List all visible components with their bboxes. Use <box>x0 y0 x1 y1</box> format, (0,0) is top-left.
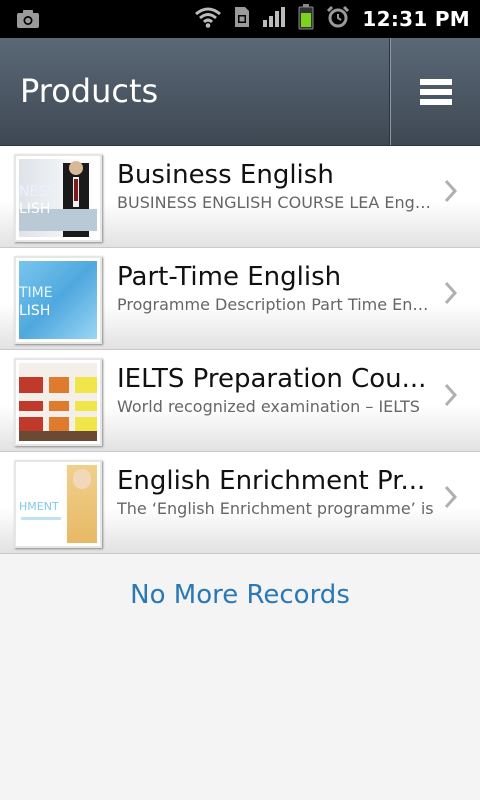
chevron-right-icon <box>444 485 458 509</box>
chevron-right-icon <box>444 383 458 407</box>
list-item[interactable]: NESS LISH Business English BUSINESS ENGL… <box>0 146 480 248</box>
item-description: The ‘English Enrichment programme’ is <box>117 499 434 518</box>
item-description: BUSINESS ENGLISH COURSE LEA English <box>117 193 435 212</box>
item-description: World recognized examination – IELTS <box>117 397 420 416</box>
status-bar: 12:31 PM <box>0 0 480 38</box>
list-item[interactable]: IELTS Preparation Cou... World recognize… <box>0 350 480 452</box>
item-title: Business English <box>117 160 334 190</box>
signal-icon <box>262 6 286 32</box>
wifi-icon <box>194 6 222 32</box>
item-title: Part-Time English <box>117 262 342 292</box>
camera-icon <box>16 8 40 34</box>
product-thumbnail: HMENT <box>14 460 102 548</box>
item-title: IELTS Preparation Cou... <box>117 364 427 394</box>
hamburger-icon <box>419 78 452 105</box>
sim-icon <box>234 6 250 32</box>
product-thumbnail: NESS LISH <box>14 154 102 242</box>
product-thumbnail <box>14 358 102 446</box>
chevron-right-icon <box>444 281 458 305</box>
item-description: Programme Description Part Time English <box>117 295 435 314</box>
no-more-records-label: No More Records <box>130 580 350 610</box>
page-title: Products <box>20 72 159 110</box>
product-thumbnail: TIME LISH <box>14 256 102 344</box>
list-item[interactable]: TIME LISH Part-Time English Programme De… <box>0 248 480 350</box>
product-list: NESS LISH Business English BUSINESS ENGL… <box>0 146 480 554</box>
chevron-right-icon <box>444 179 458 203</box>
clock: 12:31 PM <box>362 7 470 31</box>
menu-button[interactable] <box>391 38 480 145</box>
list-item[interactable]: HMENT English Enrichment Pr... The ‘Engl… <box>0 452 480 554</box>
alarm-icon <box>326 5 350 33</box>
battery-icon <box>298 4 314 34</box>
item-title: English Enrichment Pr... <box>117 466 426 496</box>
app-header: Products <box>0 38 480 146</box>
